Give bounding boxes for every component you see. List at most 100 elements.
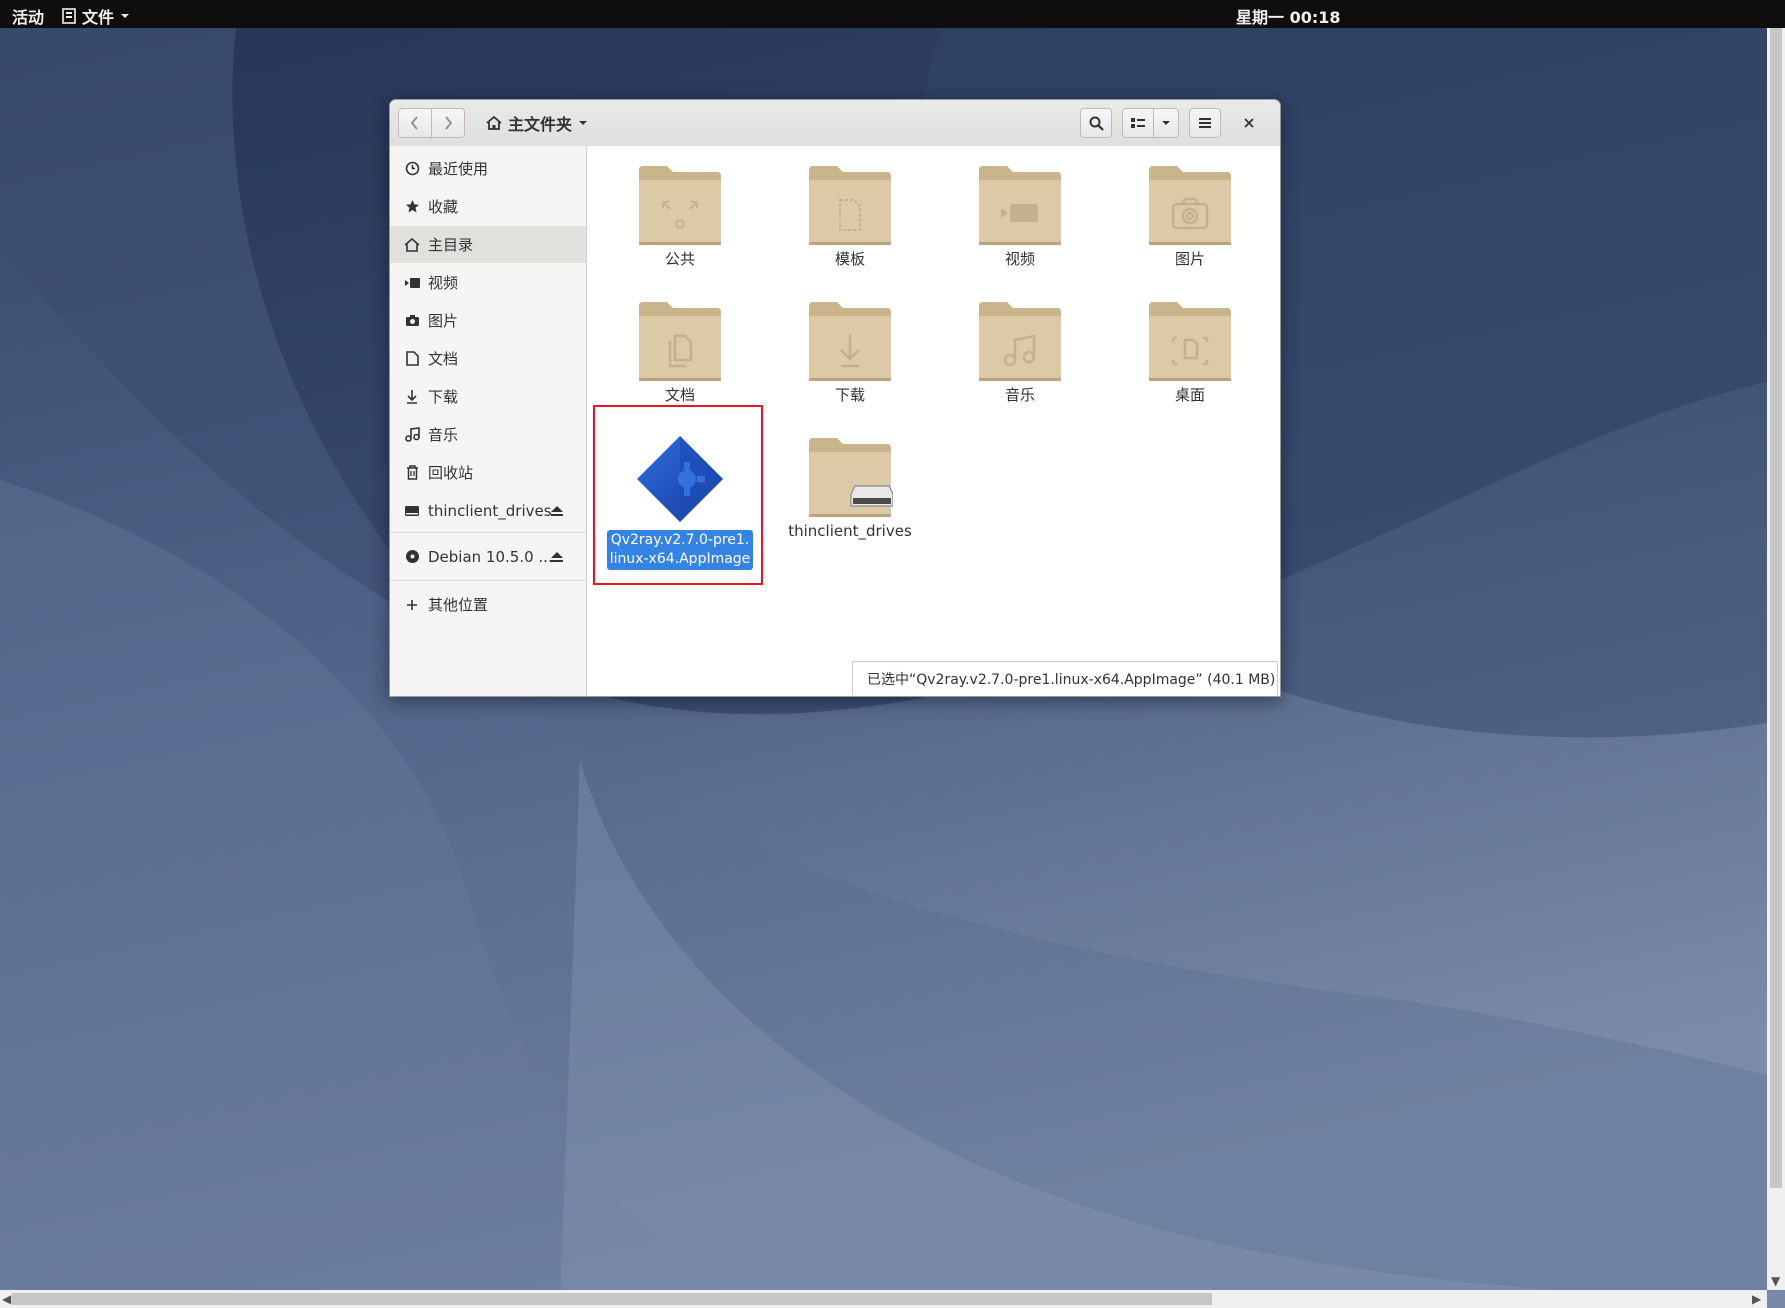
chevron-down-icon <box>1162 121 1170 125</box>
folder-desktop[interactable]: 桌面 <box>1115 298 1265 405</box>
vertical-scrollbar[interactable]: ▼ <box>1767 28 1785 1290</box>
folder-public[interactable]: 公共 <box>605 162 755 269</box>
sidebar-item-pictures[interactable]: 图片 <box>390 302 586 339</box>
eject-icon[interactable] <box>550 503 564 521</box>
top-bar: 活动 文件 星期一 00:18 <box>0 0 1785 28</box>
sidebar-item-label: 视频 <box>428 274 459 292</box>
drive-icon <box>850 485 893 507</box>
forward-button[interactable] <box>431 108 465 138</box>
folder-icon <box>809 166 891 245</box>
sidebar-item-music[interactable]: 音乐 <box>390 416 586 453</box>
folder-templates[interactable]: 模板 <box>775 162 925 269</box>
file-label: 图片 <box>1174 250 1205 268</box>
folder-icon <box>1149 166 1231 245</box>
app-menu-label: 文件 <box>82 8 115 27</box>
camera-icon <box>404 313 420 329</box>
folder-icon <box>1149 302 1231 381</box>
file-label: 下载 <box>834 386 865 404</box>
sidebar-item-label: 回收站 <box>428 464 474 482</box>
sidebar-item-recent[interactable]: 最近使用 <box>390 150 586 187</box>
download-icon <box>404 389 420 405</box>
sidebar-item-debian-disc[interactable]: Debian 10.5.0 ... <box>390 538 586 575</box>
hamburger-icon <box>1199 118 1211 128</box>
folder-icon <box>979 302 1061 381</box>
clock[interactable]: 星期一 00:18 <box>1236 4 1341 28</box>
folder-documents[interactable]: 文档 <box>605 298 755 405</box>
chevron-down-icon <box>121 14 130 18</box>
sidebar-item-label: 主目录 <box>428 236 474 254</box>
sidebar-item-trash[interactable]: 回收站 <box>390 454 586 491</box>
file-label: 公共 <box>664 250 695 268</box>
plus-icon <box>404 597 420 613</box>
file-manager-window: 主文件夹 最近使用 收藏 主目录 视频 图片 文档 下载 音乐 回收站 thin… <box>389 99 1281 697</box>
sidebar-item-label: 最近使用 <box>428 160 489 178</box>
activities-button[interactable]: 活动 <box>12 4 44 28</box>
sidebar-separator <box>390 580 586 581</box>
chevron-down-icon[interactable]: ▼ <box>1771 1274 1780 1288</box>
home-icon <box>486 116 502 130</box>
chevron-left-icon <box>410 116 418 130</box>
sidebar-item-starred[interactable]: 收藏 <box>390 188 586 225</box>
file-label: 文档 <box>664 386 695 404</box>
file-label: thinclient_drives <box>788 522 912 540</box>
sidebar-item-label: 收藏 <box>428 198 459 216</box>
folder-icon <box>639 166 721 245</box>
folder-pictures[interactable]: 图片 <box>1115 162 1265 269</box>
folder-icon <box>809 302 891 381</box>
file-label: 桌面 <box>1174 386 1205 404</box>
chevron-right-icon <box>445 116 453 130</box>
folder-thinclient-drives[interactable]: thinclient_drives <box>775 434 925 541</box>
search-icon <box>1089 116 1104 131</box>
file-manager-icon <box>62 8 76 24</box>
folder-icon <box>639 302 721 381</box>
menu-button[interactable] <box>1189 108 1221 138</box>
sidebar-item-documents[interactable]: 文档 <box>390 340 586 377</box>
sidebar-item-thinclient-drives[interactable]: thinclient_drives <box>390 492 586 529</box>
path-bar-home[interactable]: 主文件夹 <box>486 108 588 138</box>
folder-downloads[interactable]: 下载 <box>775 298 925 405</box>
close-button[interactable] <box>1236 110 1262 136</box>
sidebar-item-label: Debian 10.5.0 ... <box>428 547 553 566</box>
chevron-right-icon[interactable]: ▶ <box>1752 1292 1761 1306</box>
close-icon <box>1244 118 1254 128</box>
sidebar-item-label: 图片 <box>428 312 459 330</box>
sidebar-item-label: 其他位置 <box>428 596 489 614</box>
folder-icon <box>809 438 893 517</box>
folder-music[interactable]: 音乐 <box>945 298 1095 405</box>
home-icon <box>404 237 420 253</box>
folder-icon <box>979 166 1061 245</box>
sidebar-item-home[interactable]: 主目录 <box>390 226 586 263</box>
drive-icon <box>404 503 420 519</box>
file-label: 视频 <box>1004 250 1035 268</box>
search-button[interactable] <box>1080 108 1112 138</box>
clock-icon <box>404 161 420 177</box>
view-options-button[interactable] <box>1153 108 1179 138</box>
scrollbar-thumb[interactable] <box>12 1293 1212 1305</box>
sidebar-item-label: 文档 <box>428 350 459 368</box>
horizontal-scrollbar[interactable]: ◀ ▶ <box>0 1290 1767 1308</box>
sidebar-separator <box>390 532 586 533</box>
folder-videos[interactable]: 视频 <box>945 162 1095 269</box>
app-menu[interactable]: 文件 <box>62 4 130 28</box>
chevron-down-icon <box>579 121 588 125</box>
header-bar: 主文件夹 <box>390 100 1280 147</box>
eject-icon[interactable] <box>550 549 564 567</box>
sidebar-item-downloads[interactable]: 下载 <box>390 378 586 415</box>
star-icon <box>404 199 420 215</box>
sidebar-item-label: thinclient_drives <box>428 501 552 520</box>
highlight-box <box>593 405 763 585</box>
view-mode-button[interactable] <box>1122 108 1154 138</box>
scrollbar-thumb[interactable] <box>1770 28 1782 1188</box>
chevron-left-icon[interactable]: ◀ <box>2 1292 11 1306</box>
disc-icon <box>404 549 420 565</box>
list-view-icon <box>1131 118 1145 128</box>
sidebar-item-videos[interactable]: 视频 <box>390 264 586 301</box>
back-button[interactable] <box>398 108 432 138</box>
sidebar-item-label: 下载 <box>428 388 459 406</box>
trash-icon <box>404 465 420 481</box>
path-label: 主文件夹 <box>508 115 573 134</box>
sidebar-item-other-locations[interactable]: 其他位置 <box>390 586 586 623</box>
file-label: 音乐 <box>1004 386 1035 404</box>
sidebar: 最近使用 收藏 主目录 视频 图片 文档 下载 音乐 回收站 thinclien… <box>390 146 587 696</box>
music-icon <box>404 427 420 443</box>
